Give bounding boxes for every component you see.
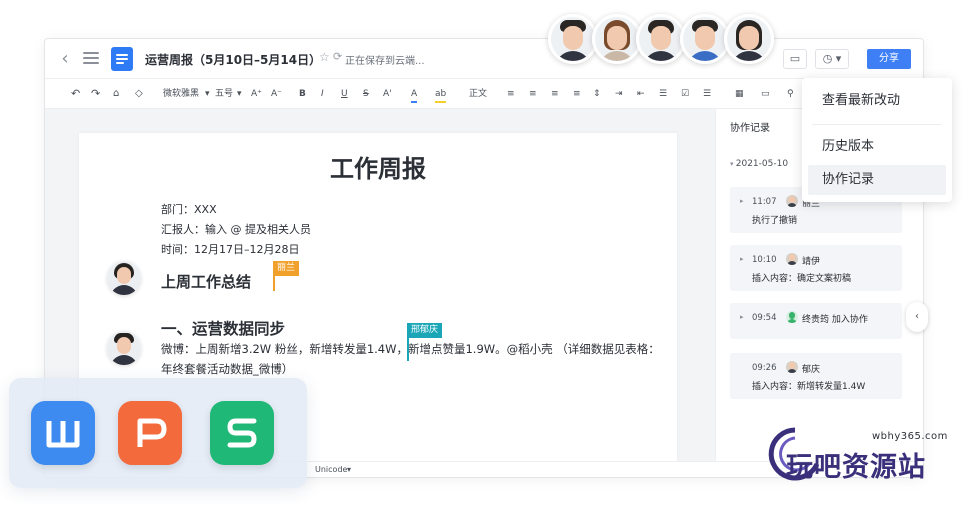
avatar[interactable]	[680, 14, 730, 64]
back-icon[interactable]: ‹	[55, 49, 75, 69]
collab-cursor-label: 邢郁庆	[407, 323, 443, 338]
avatar	[107, 261, 141, 295]
record-date[interactable]: ▾ 2021-05-10	[730, 159, 788, 169]
collab-cursor-label: 丽兰	[273, 261, 300, 276]
bold-icon[interactable]: B	[299, 87, 306, 101]
menu-item-collab-records[interactable]: 协作记录	[808, 165, 946, 195]
watermark-url: wbhy365.com	[872, 431, 948, 442]
justify-icon[interactable]: ≡	[573, 87, 581, 101]
reporter-line: 汇报人：输入 @ 提及相关人员	[161, 223, 311, 236]
app-launcher	[9, 378, 307, 488]
line-spacing-icon[interactable]: ⇕	[593, 87, 601, 101]
panel-title: 协作记录	[730, 123, 770, 134]
checkbox-icon[interactable]: ☑	[681, 87, 689, 101]
document-title[interactable]: 运营周报（5月10日–5月14日）	[145, 51, 321, 68]
document-heading: 工作周报	[330, 155, 426, 183]
time-line: 时间：12月17日–12月28日	[161, 243, 300, 256]
align-center-icon[interactable]: ≡	[529, 87, 537, 101]
present-icon[interactable]: ▭	[783, 49, 807, 69]
caret-right-icon: ▸	[740, 313, 744, 321]
caret-right-icon: ▸	[740, 197, 744, 205]
format-toolbar: ↶ ↷ ⌂ ◇ 微软雅黑 ▾ 五号 ▾ A⁺ A⁻ B I U S A' A a…	[45, 79, 923, 109]
save-status: 正在保存到云端...	[345, 56, 425, 67]
menu-item-history-versions[interactable]: 历史版本	[808, 132, 946, 162]
chevron-down-icon: ▾	[237, 89, 242, 99]
menu-item-latest-changes[interactable]: 查看最新改动	[808, 86, 946, 116]
clear-format-icon[interactable]: ◇	[135, 87, 143, 101]
highlight-icon[interactable]: ab	[435, 87, 447, 103]
align-right-icon[interactable]: ≡	[551, 87, 559, 101]
avatar[interactable]	[592, 14, 642, 64]
sync-icon: ⟳	[333, 50, 343, 63]
superscript-icon[interactable]: A'	[383, 87, 392, 101]
avatar	[786, 253, 798, 265]
redo-icon[interactable]: ↷	[91, 87, 100, 101]
title-bar: ‹ 运营周报（5月10日–5月14日） ☆ ⟳ 正在保存到云端... ▭ ◷ ▾…	[45, 39, 923, 79]
share-button[interactable]: 分享	[867, 49, 911, 69]
encoding-select[interactable]: Unicode	[315, 465, 347, 474]
collapse-panel-button[interactable]: ‹	[906, 302, 928, 332]
list-item[interactable]: ▸ 10:10 靖伊 插入内容：确定文案初稿	[730, 245, 902, 291]
font-grow-icon[interactable]: A⁺	[251, 87, 262, 101]
undo-icon[interactable]: ↶	[71, 87, 80, 101]
writer-app-icon[interactable]	[31, 401, 95, 465]
font-size-select[interactable]: 五号	[215, 87, 233, 101]
ordered-list-icon[interactable]: ☰	[659, 87, 667, 101]
department-line: 部门：XXX	[161, 203, 217, 216]
font-name-select[interactable]: 微软雅黑	[163, 87, 199, 101]
format-painter-icon[interactable]: ⌂	[113, 87, 119, 101]
menu-icon[interactable]	[81, 49, 101, 69]
body-paragraph[interactable]: 微博：上周新增3.2W 粉丝，新增转发量1.4W，新增点赞量1.9W。@稻小壳 …	[161, 339, 661, 379]
avatar[interactable]	[724, 14, 774, 64]
spreadsheet-app-icon[interactable]	[210, 401, 274, 465]
divider	[812, 124, 942, 125]
align-left-icon[interactable]: ≡	[507, 87, 515, 101]
watermark-text: 玩吧资源站	[786, 452, 926, 483]
paragraph-style-select[interactable]: 正文	[469, 87, 487, 101]
document-icon	[111, 47, 133, 71]
presentation-app-icon[interactable]	[118, 401, 182, 465]
avatar[interactable]	[548, 14, 598, 64]
section-heading: 上周工作总结	[161, 273, 252, 291]
star-icon[interactable]: ☆	[319, 50, 330, 64]
history-dropdown: 查看最新改动 历史版本 协作记录	[802, 78, 952, 202]
strikethrough-icon[interactable]: S	[363, 87, 369, 101]
avatar	[107, 331, 141, 365]
caret-right-icon: ▸	[740, 255, 744, 263]
indent-icon[interactable]: ⇥	[615, 87, 623, 101]
avatar[interactable]	[636, 14, 686, 64]
font-shrink-icon[interactable]: A⁻	[271, 87, 282, 101]
chevron-down-icon: ▾	[205, 89, 210, 99]
avatar	[786, 195, 798, 207]
user-join-icon	[786, 311, 798, 323]
list-item[interactable]: 09:26 郁庆 插入内容：新增转发量1.4W	[730, 353, 902, 399]
bullet-list-icon[interactable]: ☰	[703, 87, 711, 101]
avatar	[786, 361, 798, 373]
font-color-icon[interactable]: A	[411, 87, 418, 103]
history-icon[interactable]: ◷ ▾	[815, 49, 849, 69]
chevron-down-icon: ▾	[347, 465, 352, 474]
section-heading: 一、运营数据同步	[161, 320, 286, 338]
link-icon[interactable]: ⚲	[787, 87, 794, 101]
outdent-icon[interactable]: ⇤	[637, 87, 645, 101]
image-icon[interactable]: ▭	[761, 87, 770, 101]
italic-icon[interactable]: I	[321, 87, 324, 101]
underline-icon[interactable]: U	[341, 87, 348, 101]
list-item[interactable]: ▸ 09:54 终贵筠 加入协作	[730, 303, 902, 339]
table-icon[interactable]: ▦	[735, 87, 744, 101]
